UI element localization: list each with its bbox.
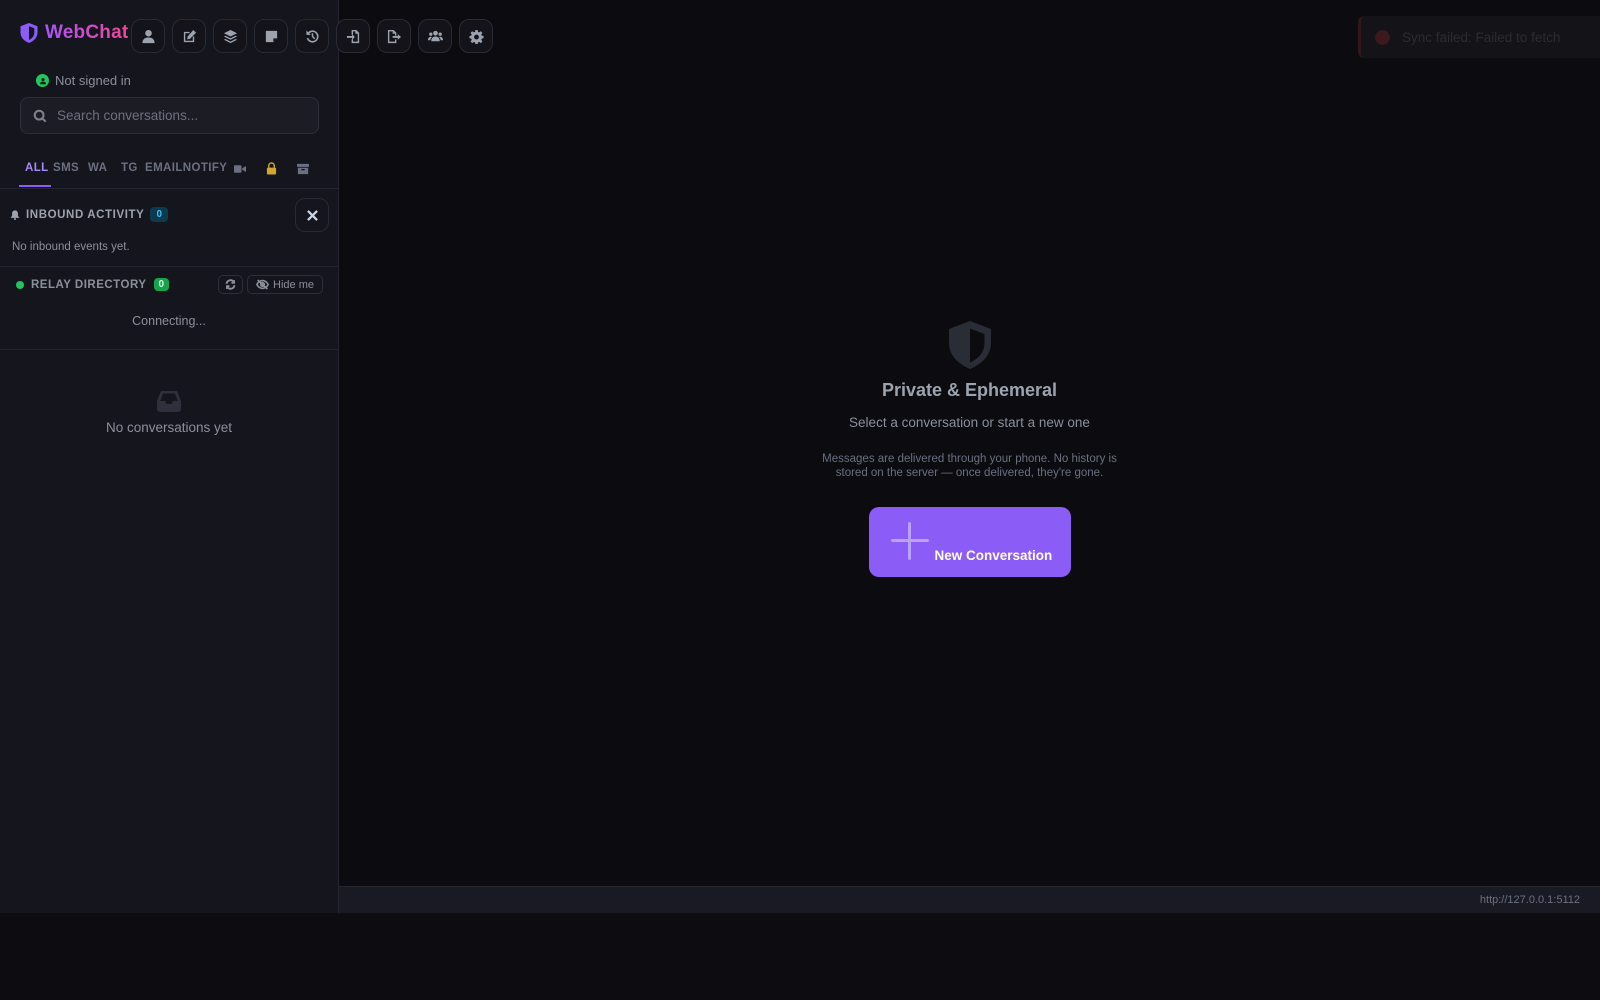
refresh-relay-button[interactable] [218,275,243,294]
brand-name: WebChat [45,22,129,43]
tab-sms[interactable]: SMS [53,162,79,174]
export-icon [387,29,401,43]
lock-icon [266,162,277,175]
new-conversation-button[interactable]: New Conversation [868,507,1071,577]
compose-button[interactable] [172,19,206,53]
users-icon [427,30,443,41]
tab-tg[interactable]: TG [121,162,138,174]
conversation-list-empty: No conversations yet [0,390,338,435]
tab-video[interactable] [234,163,246,178]
note-icon [265,30,277,42]
eye-slash-icon [256,279,270,290]
inbound-empty-text: No inbound events yet. [12,241,130,253]
inbound-header: INBOUND ACTIVITY 0 [10,207,168,222]
channel-tabs: ALL SMS WA TG EMAILNOTIFY [0,150,338,189]
online-status-icon [16,280,24,289]
empty-state-subtitle: Select a conversation or start a new one [849,415,1090,430]
user-icon [141,29,155,43]
tab-archive[interactable] [297,163,309,178]
shield-icon [948,321,991,369]
profile-button[interactable] [131,19,165,53]
tab-wa[interactable]: WA [88,162,107,174]
inbox-icon [157,391,181,412]
settings-button[interactable] [459,19,493,53]
active-tab-indicator [19,185,51,187]
relay-status-text: Connecting... [132,314,206,328]
status-bar: http://127.0.0.1:5112 [339,886,1600,913]
video-icon [234,165,246,173]
search-icon [33,109,47,122]
history-button[interactable] [295,19,329,53]
import-button[interactable] [336,19,370,53]
new-conversation-label: New Conversation [934,547,1053,563]
bell-icon [10,209,20,220]
inbound-title: INBOUND ACTIVITY [26,208,145,221]
export-button[interactable] [377,19,411,53]
toast-message: Sync failed: Failed to fetch [1402,29,1561,45]
relay-directory-panel: RELAY DIRECTORY 0 Hide me Connecting... [0,267,338,350]
sidebar: WebChat Not signed in Search conversatio… [0,0,493,913]
empty-state-note: Messages are delivered through your phon… [822,453,1117,479]
relay-count-badge: 0 [153,278,170,291]
tab-secure[interactable] [266,162,277,178]
refresh-icon [225,279,236,290]
edit-icon [183,29,196,42]
sync-error-toast[interactable]: Sync failed: Failed to fetch [1358,16,1600,58]
history-icon [305,29,319,43]
layers-button[interactable] [213,19,247,53]
layers-icon [223,29,237,43]
user-status-icon [36,74,49,87]
shield-logo-icon [20,23,38,43]
close-icon [306,209,318,221]
server-url: http://127.0.0.1:5112 [1479,894,1580,906]
relay-header: RELAY DIRECTORY 0 [16,278,170,291]
notes-button[interactable] [254,19,288,53]
close-inbound-button[interactable] [295,198,329,232]
hide-me-button[interactable]: Hide me [247,275,323,294]
gear-icon [468,29,484,44]
inbound-activity-panel: INBOUND ACTIVITY 0 No inbound events yet… [0,189,338,267]
archive-icon [297,163,309,175]
search-input[interactable] [57,108,297,123]
inbound-count-badge: 0 [150,207,168,222]
no-conversations-text: No conversations yet [105,420,233,435]
empty-state: Private & Ephemeral Select a conversatio… [339,320,1600,577]
window-bottom-area [0,913,1600,1000]
relay-title: RELAY DIRECTORY [31,278,147,291]
tab-emailnotify[interactable]: EMAILNOTIFY [145,162,227,174]
search-box [20,97,319,134]
import-icon [346,29,359,43]
account-status-text: Not signed in [55,73,131,88]
contacts-button[interactable] [418,19,452,53]
empty-state-title: Private & Ephemeral [881,380,1058,400]
error-icon [1375,29,1390,45]
account-status: Not signed in [36,73,131,88]
toolbar [131,19,493,53]
hide-me-label: Hide me [273,278,314,291]
plus-icon [890,522,929,560]
tab-all[interactable]: ALL [25,162,49,174]
brand: WebChat [19,22,128,44]
